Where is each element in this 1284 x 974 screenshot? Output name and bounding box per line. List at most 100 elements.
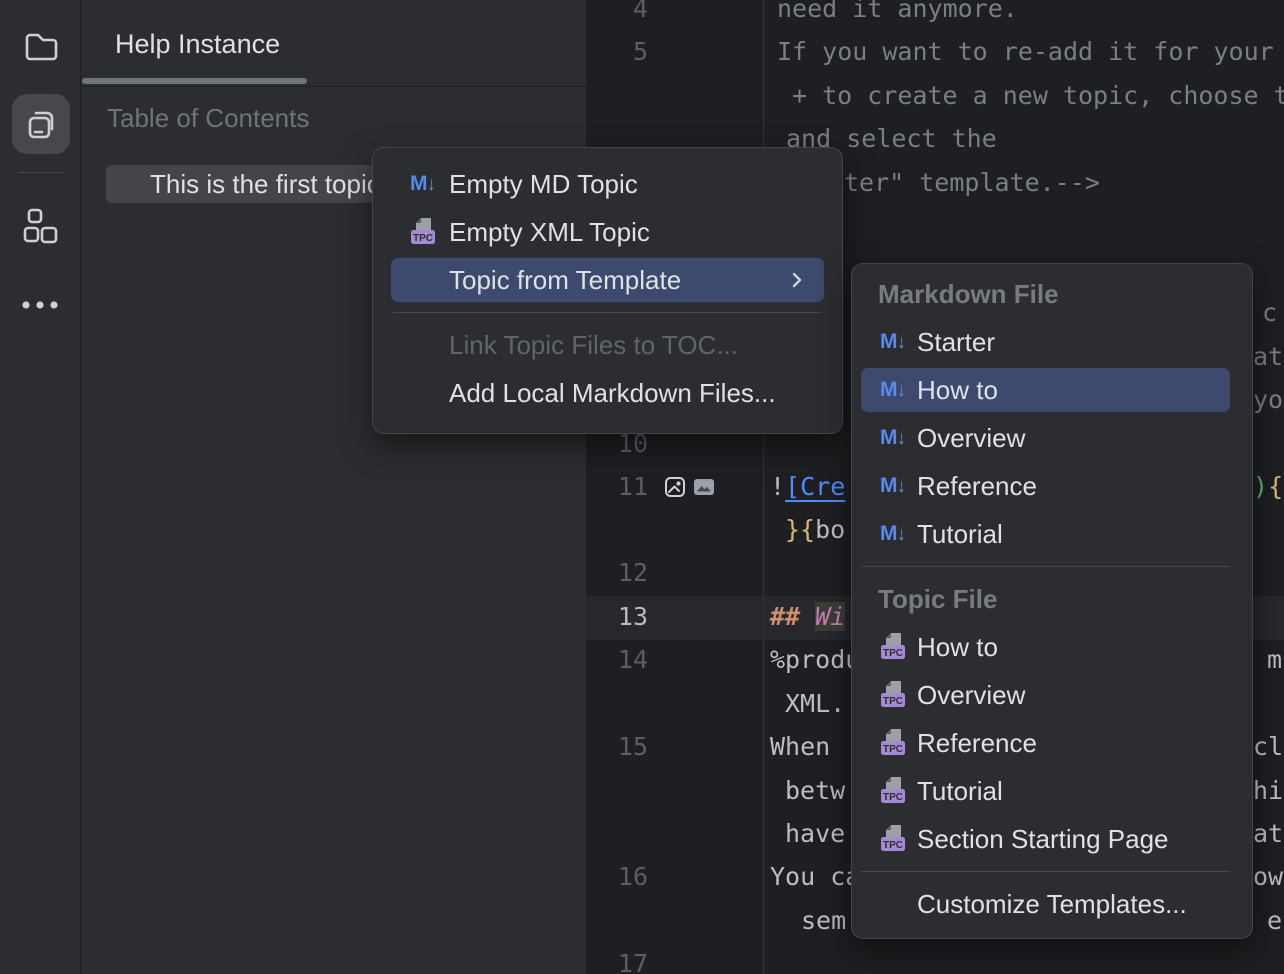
menu-item-label: Starter (917, 327, 995, 358)
menu-item-how-to[interactable]: M↓ How to (861, 368, 1230, 412)
sidebar-item-more[interactable] (0, 290, 80, 320)
menu-item-label: Overview (917, 680, 1025, 711)
menu-item-label: Empty MD Topic (449, 169, 638, 200)
code-token: ## (770, 602, 800, 631)
menu-item-label: Topic from Template (449, 265, 681, 296)
code-fragment: cl (1253, 725, 1283, 769)
menu-item-empty-xml-topic[interactable]: TPC Empty XML Topic (373, 208, 842, 256)
line-number: 16 (586, 855, 648, 899)
menu-item-link-topic-files-to-toc[interactable]: Link Topic Files to TOC... (373, 321, 842, 369)
code-fragment: m (1267, 638, 1282, 682)
markdown-file-icon: M↓ (410, 170, 436, 199)
markdown-file-icon: M↓ (880, 376, 906, 405)
toc-item-first-topic[interactable]: This is the first topic (106, 165, 388, 203)
code-token: ! (770, 472, 785, 501)
svg-text:TPC: TPC (883, 744, 903, 755)
panel-title: Help Instance (115, 29, 280, 60)
menu-item-topic-from-template[interactable]: Topic from Template (391, 258, 824, 302)
code-token: yo (1253, 385, 1283, 414)
sidebar-item-project[interactable] (0, 25, 80, 65)
menu-item-reference[interactable]: TPCReference (852, 719, 1252, 767)
strip-divider (18, 172, 64, 173)
sidebar-item-writerside[interactable] (0, 96, 80, 152)
code-token: his (1253, 776, 1284, 805)
menu-item-overview[interactable]: M↓ Overview (852, 414, 1252, 462)
structure-icon (21, 207, 59, 245)
menu-item-label: Overview (917, 423, 1025, 454)
menu-item-add-local-markdown-files[interactable]: Add Local Markdown Files... (373, 369, 842, 417)
line-number: 13 (586, 595, 648, 639)
code-token: ) (1253, 472, 1268, 501)
line-number: 4 (586, 0, 648, 31)
code-fragment: his (1253, 769, 1284, 813)
code-token: { (1268, 472, 1283, 501)
toc-toolbar: Table of Contents (80, 87, 586, 151)
code-token: at (1253, 819, 1283, 848)
code-token: If you want to re-add it for your (777, 37, 1274, 66)
svg-text:TPC: TPC (883, 648, 903, 659)
menu-item-label: Section Starting Page (917, 824, 1169, 855)
pages-icon (19, 103, 61, 145)
line-number: 12 (586, 551, 648, 595)
code-fragment: need it anymore. (777, 0, 1018, 31)
image-outline-icon[interactable] (663, 475, 687, 499)
code-token: e (1267, 906, 1282, 935)
code-token: XML. (785, 689, 845, 718)
topic-file-icon: TPC (879, 633, 907, 661)
code-token: c (1262, 298, 1277, 327)
menu-item-how-to[interactable]: TPCHow to (852, 623, 1252, 671)
code-token: ow (1253, 862, 1283, 891)
menu-item-overview[interactable]: TPC Overview (852, 671, 1252, 719)
code-fragment: XML. (785, 682, 845, 726)
chevron-right-icon (790, 270, 804, 290)
menu-item-label: Tutorial (917, 776, 1003, 807)
code-token: betw (785, 776, 845, 805)
code-fragment: ){ (1253, 465, 1283, 509)
toc-section-title: Table of Contents (107, 103, 309, 134)
more-icon (18, 290, 62, 320)
menu-item-section-starting-page[interactable]: TPC Section Starting Page (852, 815, 1252, 863)
menu-item-tutorial[interactable]: TPCTutorial (852, 767, 1252, 815)
code-token: have (785, 819, 845, 848)
line-number: 14 (586, 638, 648, 682)
menu-item-tutorial[interactable]: M↓Tutorial (852, 510, 1252, 558)
sidebar-item-structure[interactable] (0, 206, 80, 246)
md-icon-slot: M↓ (879, 424, 907, 452)
tpc-icon-slot: TPC (879, 825, 907, 853)
topic-from-template-submenu: Markdown FileM↓StarterM↓How toM↓Overview… (851, 263, 1253, 939)
menu-separator (393, 312, 822, 313)
tpc-icon-slot: TPC (879, 681, 907, 709)
code-fragment: ter" template.--> (844, 161, 1100, 205)
menu-item-starter[interactable]: M↓Starter (852, 318, 1252, 366)
md-icon-slot: M↓ (879, 376, 907, 404)
topic-file-icon: TPC (879, 729, 907, 757)
active-tab-underline (82, 78, 307, 84)
code-fragment: When (770, 725, 830, 769)
menu-separator (861, 566, 1230, 567)
image-filled-icon[interactable] (692, 475, 716, 499)
menu-item-reference[interactable]: M↓Reference (852, 462, 1252, 510)
markdown-file-icon: M↓ (880, 520, 906, 549)
menu-item-label: Link Topic Files to TOC... (449, 330, 738, 361)
menu-item-label: Customize Templates... (917, 889, 1187, 920)
menu-group-header-markdown-file: Markdown File (852, 270, 1252, 318)
line-number: 11 (586, 465, 648, 509)
icon-spacer (409, 379, 437, 407)
svg-text:TPC: TPC (883, 696, 903, 707)
code-token: bo (815, 515, 845, 544)
menu-separator (861, 871, 1230, 872)
menu-item-customize-templates[interactable]: Customize Templates... (852, 880, 1252, 928)
menu-item-label: How to (917, 375, 998, 406)
code-fragment: c (1262, 291, 1277, 335)
code-fragment: e (1267, 899, 1282, 943)
topic-file-icon: TPC (879, 825, 907, 853)
menu-item-empty-md-topic[interactable]: M↓ Empty MD Topic (373, 160, 842, 208)
menu-item-label: Empty XML Topic (449, 217, 650, 248)
icon-spacer (879, 890, 907, 918)
markdown-file-icon: M↓ (880, 424, 906, 453)
code-fragment: }{bo (785, 508, 845, 552)
code-token: When (770, 732, 830, 761)
code-fragment: sem (801, 899, 846, 943)
tpc-icon-slot: TPC (409, 218, 437, 246)
folder-icon (20, 25, 60, 65)
